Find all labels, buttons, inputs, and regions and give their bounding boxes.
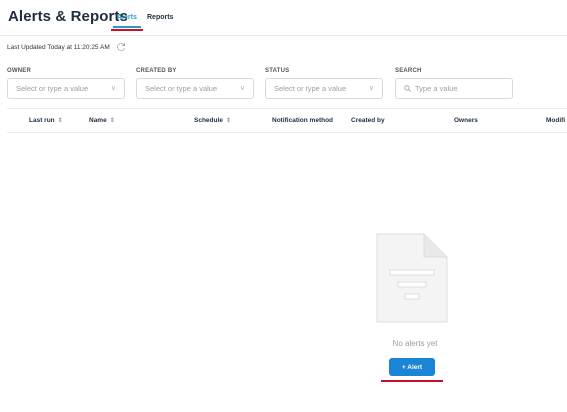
- chevron-down-icon: ∨: [239, 85, 245, 92]
- owner-select-placeholder: Select or type a value: [16, 84, 89, 93]
- table-header: Last run ⇕ Name ⇕ Schedule ⇕ Notification m…: [7, 108, 567, 133]
- empty-document-icon: [376, 233, 448, 323]
- sort-icon: ⇕: [225, 118, 231, 124]
- column-schedule[interactable]: Schedule ⇕: [194, 117, 231, 124]
- last-updated-text: Last Updated Today at 11:20:25 AM: [7, 43, 110, 51]
- chevron-down-icon: ∨: [110, 85, 116, 92]
- column-name[interactable]: Name ⇕: [89, 117, 115, 124]
- column-notification-method: Notification method: [272, 117, 334, 124]
- tab-highlight-underline: [111, 29, 143, 31]
- add-alert-button[interactable]: + Alert: [389, 358, 435, 376]
- column-schedule-label: Schedule: [194, 117, 223, 124]
- owner-filter-label: OWNER: [7, 68, 31, 74]
- created-by-select-placeholder: Select or type a value: [145, 84, 218, 93]
- sort-icon: ⇕: [57, 118, 63, 124]
- empty-state-message: No alerts yet: [392, 339, 438, 348]
- tab-reports[interactable]: Reports: [147, 14, 173, 21]
- refresh-icon[interactable]: [116, 42, 126, 52]
- status-select[interactable]: Select or type a value ∨: [265, 78, 383, 99]
- button-highlight-underline: [381, 380, 443, 382]
- page-title: Alerts & Reports: [8, 8, 128, 25]
- search-icon: [404, 85, 411, 92]
- last-updated-row: Last Updated Today at 11:20:25 AM: [7, 41, 126, 53]
- created-by-select[interactable]: Select or type a value ∨: [136, 78, 254, 99]
- active-tab-indicator: [113, 26, 141, 28]
- column-last-run-label: Last run: [29, 117, 55, 124]
- column-last-run[interactable]: Last run ⇕: [29, 117, 63, 124]
- owner-select[interactable]: Select or type a value ∨: [7, 78, 125, 99]
- created-by-filter-label: CREATED BY: [136, 68, 177, 74]
- search-input-placeholder: Type a value: [415, 84, 458, 93]
- status-filter-label: STATUS: [265, 68, 290, 74]
- status-select-placeholder: Select or type a value: [274, 84, 347, 93]
- column-created-by: Created by: [351, 117, 385, 124]
- page-header: Alerts & Reports Alerts Reports: [0, 0, 567, 36]
- column-owners: Owners: [454, 117, 478, 124]
- sort-icon: ⇕: [109, 118, 115, 124]
- column-name-label: Name: [89, 117, 107, 124]
- search-filter-label: SEARCH: [395, 68, 422, 74]
- search-input[interactable]: Type a value: [395, 78, 513, 99]
- chevron-down-icon: ∨: [368, 85, 374, 92]
- tab-alerts[interactable]: Alerts: [117, 14, 137, 21]
- column-modified: Modifi: [546, 117, 566, 124]
